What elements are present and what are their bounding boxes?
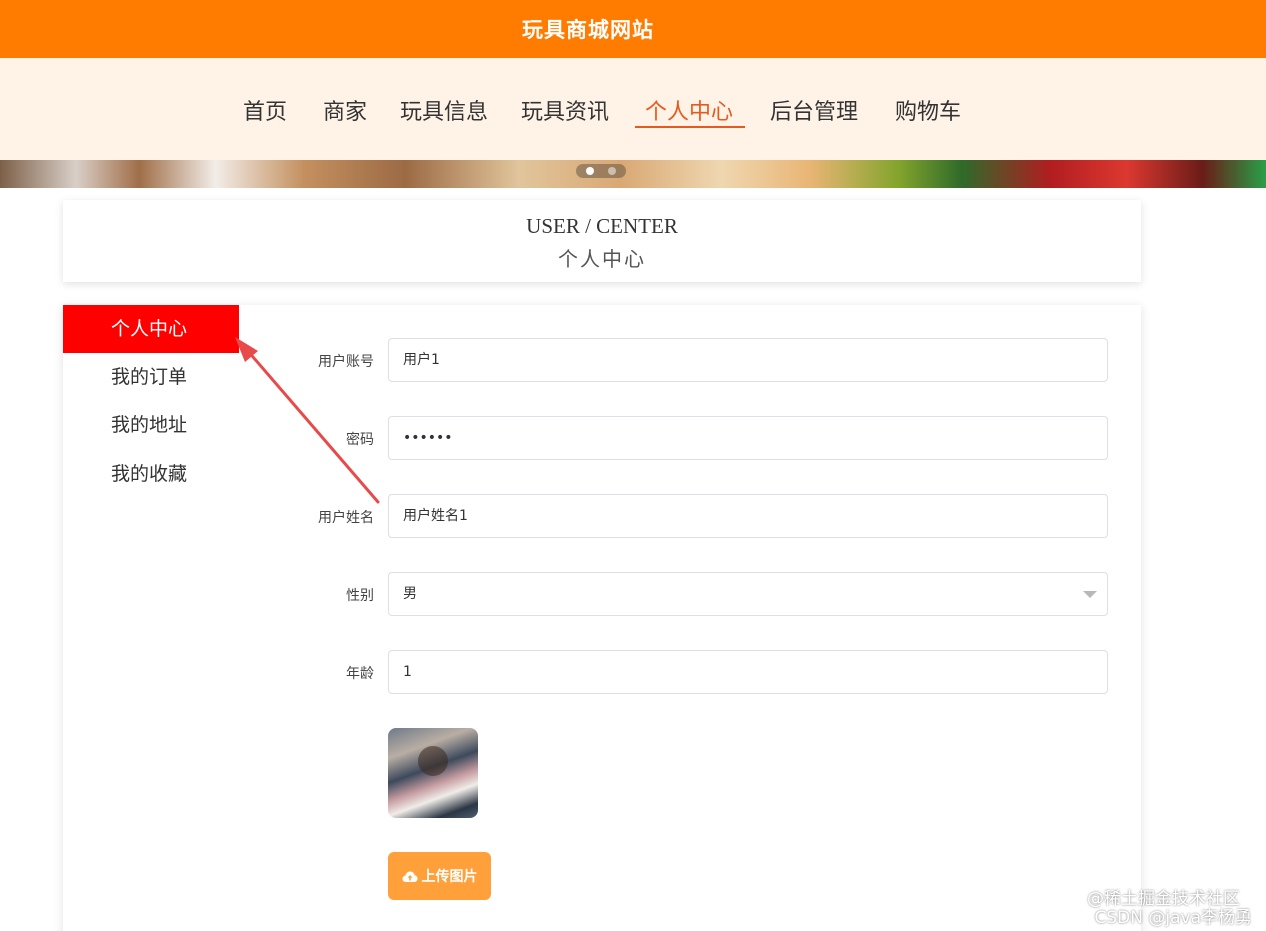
password-input[interactable]: •••••• [388,416,1108,460]
username-label: 用户账号 [318,354,374,370]
nav-item-admin[interactable]: 后台管理 [770,94,858,126]
upload-image-button[interactable]: 上传图片 [388,852,491,900]
main-nav: 首页 商家 玩具信息 玩具资讯 个人中心 后台管理 购物车 [0,58,1266,160]
fullname-label: 用户姓名 [318,510,374,526]
carousel-dot-active[interactable] [586,167,594,175]
cloud-upload-icon [402,871,417,882]
section-title-box: USER / CENTER 个人中心 [63,200,1141,282]
password-label: 密码 [346,432,374,448]
age-input[interactable]: 1 [388,650,1108,694]
fullname-input[interactable]: 用户姓名1 [388,494,1108,538]
age-label: 年龄 [346,666,374,682]
username-input[interactable]: 用户1 [388,338,1108,382]
section-title-en: USER / CENTER [526,214,678,238]
nav-item-cart[interactable]: 购物车 [895,94,961,126]
nav-item-home[interactable]: 首页 [243,94,287,126]
gender-select[interactable]: 男 [388,572,1108,616]
user-center-card: 个人中心 我的订单 我的地址 我的收藏 用户账号 用户1 密码 •••••• 用… [63,305,1141,931]
carousel-dot[interactable] [608,167,616,175]
site-title: 玩具商城网站 [522,18,654,42]
carousel-indicators [576,164,626,178]
avatar-preview [388,728,478,818]
nav-item-toy-news[interactable]: 玩具资讯 [521,94,609,126]
nav-item-user-center[interactable]: 个人中心 [645,94,733,126]
nav-active-underline [635,126,745,128]
sidebar-item-my-address[interactable]: 我的地址 [63,401,239,449]
banner-carousel[interactable] [0,160,1266,188]
watermark-csdn: CSDN @java李杨勇 [1094,908,1253,928]
upload-button-label: 上传图片 [421,868,478,884]
nav-item-merchants[interactable]: 商家 [323,94,367,126]
section-title-cn: 个人中心 [558,247,646,271]
gender-select-value: 男 [403,586,417,602]
sidebar-item-my-favorites[interactable]: 我的收藏 [63,450,239,498]
site-header: 玩具商城网站 [0,0,1266,58]
gender-label: 性别 [346,588,374,604]
sidebar-item-user-center[interactable]: 个人中心 [63,305,239,353]
nav-item-toy-info[interactable]: 玩具信息 [400,94,488,126]
chevron-down-icon[interactable] [1083,591,1097,598]
sidebar-item-my-orders[interactable]: 我的订单 [63,353,239,401]
